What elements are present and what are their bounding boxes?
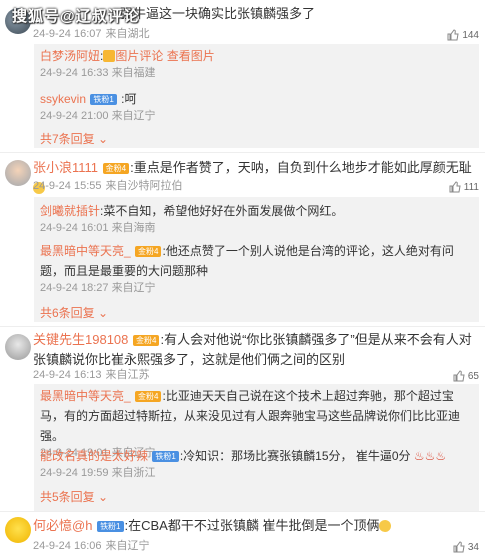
- reply-source: 来自浙江: [111, 467, 156, 479]
- reply-box: 剑曦就插针:菜不自知，希望他好好在外面发展做个网红。 24-9-24 16:01…: [34, 197, 479, 322]
- like-button[interactable]: 34: [453, 541, 479, 553]
- smile-emoji-icon: [379, 520, 392, 532]
- more-replies-link[interactable]: 共6条回复 ⌄: [40, 304, 108, 321]
- thumbs-up-icon: [449, 181, 461, 193]
- divider: [0, 326, 485, 327]
- comment-date: 24-9-24 16:13: [33, 369, 102, 381]
- like-button[interactable]: 144: [447, 29, 479, 41]
- comment-username[interactable]: 关键先生198108: [33, 332, 128, 347]
- reply-username[interactable]: 剑曦就插针: [40, 204, 100, 218]
- reply-username[interactable]: 能改名真的是太好辣: [40, 449, 148, 463]
- reply-username[interactable]: 白梦汤阿妞: [40, 49, 100, 63]
- like-count: 144: [462, 29, 479, 41]
- comment-source: 来自湖北: [105, 28, 150, 40]
- comment-text: 强牛逼这一块确实比张镇麟强多了: [120, 6, 316, 21]
- more-replies-link[interactable]: 共7条回复 ⌄: [40, 130, 108, 147]
- chevron-down-icon: ⌄: [98, 306, 109, 320]
- image-icon: [103, 50, 116, 62]
- reply-username[interactable]: 最黑暗中等天亮_: [40, 244, 131, 258]
- chevron-down-icon: ⌄: [98, 132, 109, 146]
- comment-text: :重点是作者赞了，天呐，自负到什么地步才能如此厚颜无耻: [130, 160, 472, 175]
- reply-item: 剑曦就插针:菜不自知，希望他好好在外面发展做个网红。 24-9-24 16:01…: [40, 201, 475, 235]
- fan-badge: 铁粉1: [97, 521, 124, 532]
- reply-item: 能改名真的是太好辣 铁粉1:冷知识：那场比赛张镇麟15分， 崔牛逼0分 ♨♨♨ …: [40, 446, 475, 480]
- reply-date: 24-9-24 18:27: [40, 282, 109, 294]
- thumbs-up-icon: [453, 541, 465, 553]
- thumbs-up-icon: [453, 370, 465, 382]
- reply-source: 来自辽宁: [111, 282, 156, 294]
- reply-text: :呵: [121, 92, 137, 106]
- reply-source: 来自福建: [111, 67, 156, 79]
- like-count: 34: [467, 541, 479, 553]
- reply-item: ssykevin 铁粉1 :呵 24-9-24 21:00 来自辽宁: [40, 89, 475, 123]
- fan-badge: 金粉4: [135, 246, 162, 257]
- reply-item: 最黑暗中等天亮_ 金粉4:他还点赞了一个别人说他是台湾的评论，这人绝对有问题，而…: [40, 241, 475, 295]
- fan-badge: 金粉4: [133, 335, 160, 346]
- reply-text: :冷知识：那场比赛张镇麟15分， 崔牛逼0分: [179, 449, 411, 463]
- image-comment-link[interactable]: 图片评论: [115, 49, 163, 63]
- comment-3: 关键先生198108 金粉4:有人会对他说“你比张镇麟强多了”但是从来不会有人对…: [0, 330, 485, 512]
- like-count: 65: [467, 370, 479, 382]
- crab-emoji-icon: ♨♨♨: [413, 449, 447, 463]
- thumbs-up-icon: [447, 29, 459, 41]
- comment-source: 来自江苏: [105, 369, 150, 381]
- view-image-link[interactable]: 查看图片: [167, 49, 215, 63]
- comment-source: 来自沙特阿拉伯: [105, 180, 183, 192]
- comment-text: :在CBA都干不过张镇麟 崔牛批倒是一个顶俩: [124, 518, 380, 533]
- reply-username[interactable]: ssykevin: [40, 92, 86, 106]
- comment-date: 24-9-24 16:06: [33, 540, 102, 552]
- like-button[interactable]: 111: [449, 181, 479, 193]
- more-replies-link[interactable]: 共5条回复 ⌄: [40, 488, 108, 505]
- watermark: 搜狐号@辽叔评论: [12, 8, 140, 25]
- comment-date: 24-9-24 16:07: [33, 28, 102, 40]
- fan-badge: 铁粉1: [90, 94, 117, 105]
- comment-source: 来自辽宁: [105, 540, 150, 552]
- reply-username[interactable]: 最黑暗中等天亮_: [40, 389, 131, 403]
- comment-username[interactable]: 何必憶@h: [33, 518, 92, 533]
- reply-box: 白梦汤阿妞: 图片评论 查看图片 24-9-24 16:33 来自福建 ssyke…: [34, 44, 479, 148]
- avatar[interactable]: [5, 160, 31, 186]
- reply-date: 24-9-24 19:59: [40, 467, 109, 479]
- comment-4: 何必憶@h 铁粉1:在CBA都干不过张镇麟 崔牛批倒是一个顶俩 24-9-24 …: [0, 515, 485, 560]
- reply-date: 24-9-24 16:01: [40, 222, 109, 234]
- chevron-down-icon: ⌄: [98, 490, 109, 504]
- fan-badge: 铁粉1: [152, 451, 179, 462]
- comment-date: 24-9-24 15:55: [33, 180, 102, 192]
- like-button[interactable]: 65: [453, 370, 479, 382]
- reply-date: 24-9-24 16:33: [40, 67, 109, 79]
- avatar[interactable]: [5, 517, 31, 543]
- fan-badge: 金粉4: [102, 163, 130, 174]
- comment-username[interactable]: 张小浪1111: [33, 160, 98, 175]
- reply-text: :菜不自知，希望他好好在外面发展做个网红。: [100, 204, 344, 218]
- reply-box: 最黑暗中等天亮_ 金粉4:比亚迪天天自己说在这个技术上超过奔驰，那个超过宝马，有…: [34, 384, 479, 512]
- avatar[interactable]: [5, 334, 31, 360]
- divider: [0, 511, 485, 512]
- reply-item: 白梦汤阿妞: 图片评论 查看图片 24-9-24 16:33 来自福建: [40, 49, 215, 79]
- like-count: 111: [463, 181, 479, 193]
- reply-date: 24-9-24 21:00: [40, 110, 109, 122]
- fan-badge: 金粉4: [135, 391, 162, 402]
- reply-source: 来自海南: [111, 222, 156, 234]
- comment-2: 张小浪1111 金粉4:重点是作者赞了，天呐，自负到什么地步才能如此厚颜无耻 2…: [0, 156, 485, 324]
- reply-source: 来自辽宁: [111, 110, 156, 122]
- divider: [0, 152, 485, 153]
